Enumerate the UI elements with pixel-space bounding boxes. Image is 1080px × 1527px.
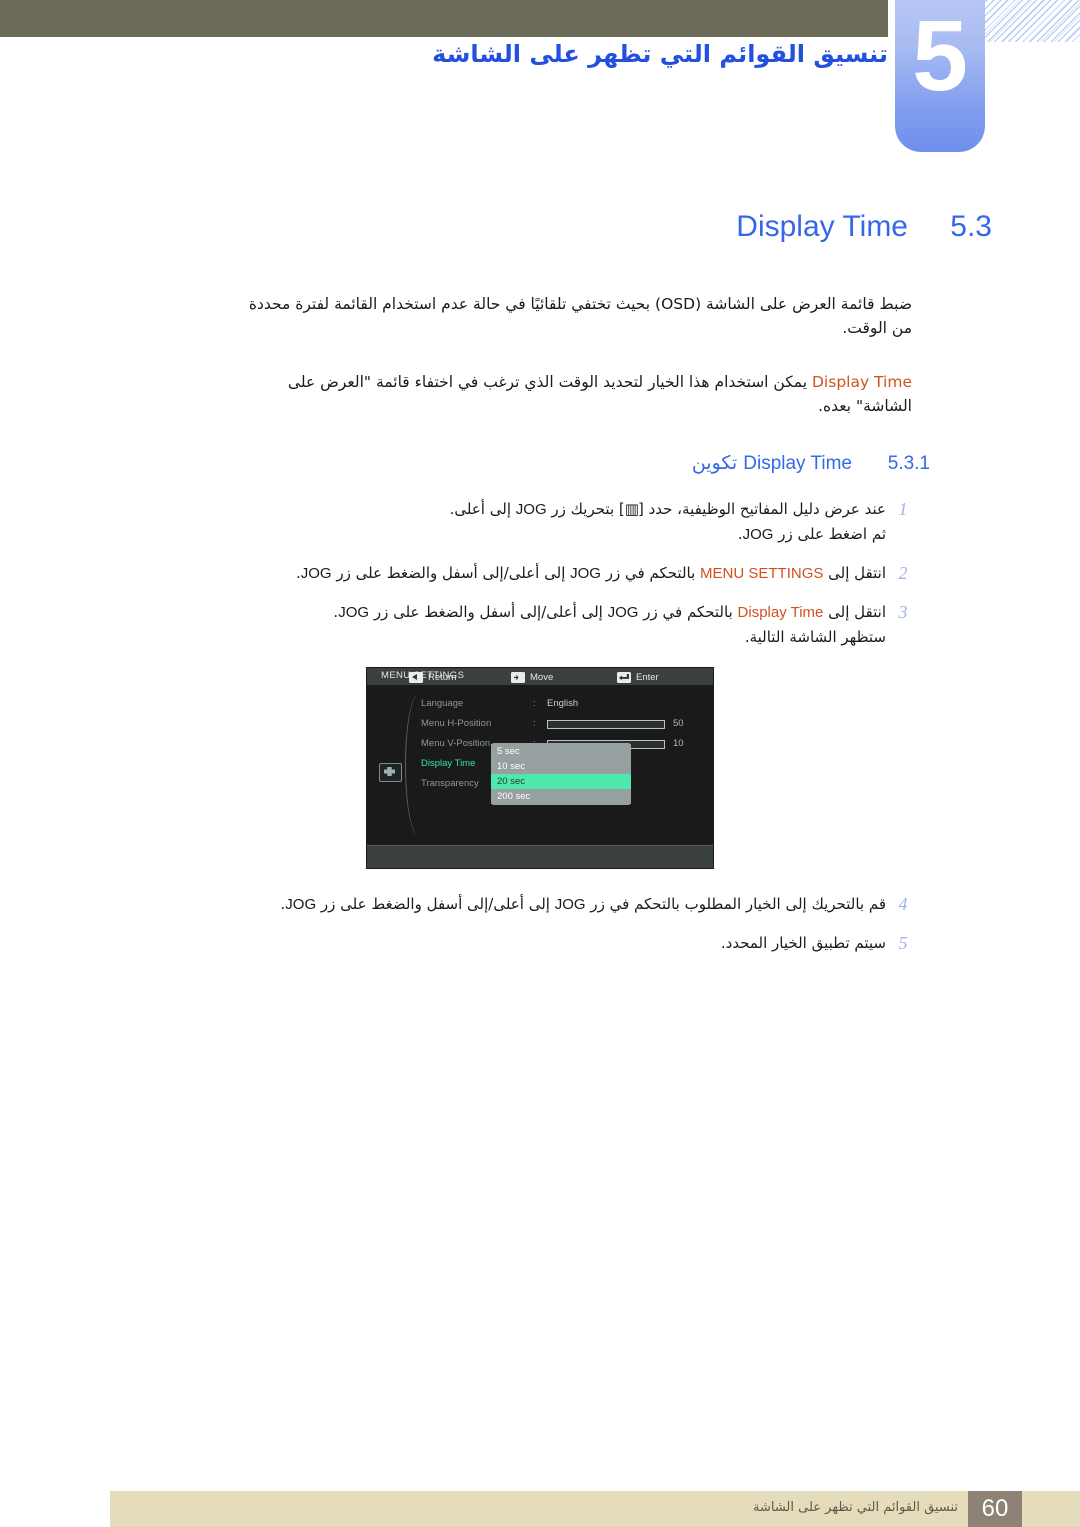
steps-list-bottom: 4 قم بالتحريك إلى الخيار المطلوب بالتحكم… <box>0 892 1080 956</box>
step-1-text-c: إلى أعلى. <box>449 500 511 518</box>
step-number: 5 <box>898 933 908 953</box>
section-number: 5.3 <box>950 210 992 243</box>
step-item: 2 انتقل إلى MENU SETTINGS بالتحكم في زر … <box>230 561 920 586</box>
step-1-keyword-jog: JOG <box>515 501 547 518</box>
step-3-keyword-jog-2: JOG <box>338 604 370 621</box>
osd-footer-return[interactable]: Return <box>409 672 457 683</box>
header-hatch-pattern-overlay <box>985 0 1080 42</box>
step-2-text-b: بالتحكم في زر <box>605 564 696 582</box>
step-number: 3 <box>898 602 908 622</box>
step-text: قم بالتحريك إلى الخيار المطلوب بالتحكم ف… <box>230 892 886 917</box>
step-5-text-a: سيتم تطبيق الخيار المحدد. <box>720 934 886 952</box>
osd-dropdown-option[interactable]: 5 sec <box>491 744 631 759</box>
step-text: انتقل إلى Display Time بالتحكم في زر JOG… <box>230 600 886 650</box>
menu-guide-icon: ▥ <box>624 500 639 518</box>
step-4-text-c: إلى أعلى/إلى أسفل والضغط على زر <box>320 895 550 913</box>
chapter-number: 5 <box>912 0 968 112</box>
step-3-line2: ستظهر الشاشة التالية. <box>744 628 886 646</box>
osd-row-colon: : <box>533 718 536 729</box>
page-number-badge: 60 <box>968 1491 1022 1527</box>
left-arrow-key-icon <box>409 672 423 683</box>
step-4-keyword-jog-1: JOG <box>554 896 586 913</box>
subsection-name-ar: تكوين <box>691 452 738 474</box>
subsection-number: 5.3.1 <box>887 453 930 474</box>
subsection-name: Display Time تكوين <box>692 452 852 475</box>
osd-menu-settings-icon-inner <box>384 767 395 776</box>
osd-row-language[interactable]: Language : English <box>421 694 707 714</box>
osd-slider-value: 10 <box>673 738 684 749</box>
osd-footer-move[interactable]: Move <box>511 672 553 683</box>
step-3-text-b: بالتحكم في زر <box>643 603 733 621</box>
step-3-keyword-display-time: Display Time <box>737 604 824 621</box>
intro-paragraph: ضبط قائمة العرض على الشاشة (OSD) بحيث تخ… <box>248 295 912 337</box>
step-number: 2 <box>898 563 908 583</box>
subsection-name-en: Display Time <box>743 453 852 474</box>
detail-keyword: Display Time <box>812 373 912 391</box>
osd-footer-move-label: Move <box>530 672 554 683</box>
section-name: Display Time <box>736 210 908 243</box>
osd-menu-settings-icon <box>379 763 402 782</box>
step-2-text-c: إلى أعلى/إلى أسفل والضغط على زر <box>336 564 566 582</box>
chapter-tab: 5 <box>895 0 985 152</box>
header-olive-bar <box>0 0 888 37</box>
osd-display-time-dropdown[interactable]: 5 sec 10 sec 20 sec 200 sec <box>491 743 631 805</box>
enter-key-icon <box>617 672 631 683</box>
osd-footer-return-label: Return <box>428 672 457 683</box>
subsection-heading: 5.3.1 Display Time تكوين <box>0 452 1080 475</box>
step-text: انتقل إلى MENU SETTINGS بالتحكم في زر JO… <box>230 561 886 586</box>
osd-row-label: Menu H-Position <box>421 718 492 729</box>
step-2-text-a: انتقل إلى <box>828 564 886 582</box>
page-footer: تنسيق القوائم التي تظهر على الشاشة 60 <box>0 1481 1080 1527</box>
step-3-keyword-jog-1: JOG <box>607 604 639 621</box>
osd-row-label: Display Time <box>421 758 476 769</box>
osd-footer-enter[interactable]: Enter <box>617 672 659 683</box>
chapter-title: تنسيق القوائم التي تظهر على الشاشة <box>432 40 888 68</box>
step-1-line2: ثم اضغط على زر JOG. <box>230 522 886 547</box>
move-key-icon <box>511 672 525 683</box>
osd-row-menu-h-position[interactable]: Menu H-Position : 50 <box>421 714 707 734</box>
step-4-text-a: قم بالتحريك إلى الخيار المطلوب بالتحكم ف… <box>590 895 886 913</box>
step-4-keyword-jog-2: JOG <box>285 896 317 913</box>
step-2-keyword-jog-1: JOG <box>570 565 601 582</box>
step-item: 5 سيتم تطبيق الخيار المحدد. <box>230 931 920 956</box>
osd-footer-enter-label: Enter <box>636 672 659 683</box>
osd-dropdown-option[interactable]: 10 sec <box>491 759 631 774</box>
osd-slider-h-position[interactable] <box>547 720 665 729</box>
step-text: سيتم تطبيق الخيار المحدد. <box>230 931 886 956</box>
step-1-text-b: ] بتحريك زر <box>551 500 625 518</box>
osd-footer-bar <box>367 845 713 868</box>
osd-menu: MENU SETTINGS Language : English Menu H-… <box>367 668 713 868</box>
step-2-keyword-menu-settings: MENU SETTINGS <box>700 565 824 582</box>
step-1-line2-keyword-jog: JOG <box>742 526 774 543</box>
step-text: عند عرض دليل المفاتيح الوظيفية، حدد [▥] … <box>230 497 886 547</box>
step-2-keyword-jog-2: JOG <box>300 565 332 582</box>
osd-dropdown-option[interactable]: 200 sec <box>491 789 631 804</box>
step-1-line2-a: ثم اضغط على زر <box>778 525 886 543</box>
osd-row-label: Transparency <box>421 778 479 789</box>
step-number: 4 <box>898 894 908 914</box>
step-item: 4 قم بالتحريك إلى الخيار المطلوب بالتحكم… <box>230 892 920 917</box>
step-1-text-a: عند عرض دليل المفاتيح الوظيفية، حدد [ <box>637 500 886 518</box>
detail-paragraph: Display Time يمكن استخدام هذا الخيار لتح… <box>0 370 1080 418</box>
page-header: 5 تنسيق القوائم التي تظهر على الشاشة <box>0 0 1080 170</box>
osd-screenshot-wrapper: MENU SETTINGS Language : English Menu H-… <box>0 668 1080 868</box>
osd-dropdown-option-selected[interactable]: 20 sec <box>491 774 631 789</box>
osd-row-label: Menu V-Position <box>421 738 491 749</box>
step-item: 1 عند عرض دليل المفاتيح الوظيفية، حدد [▥… <box>230 497 920 547</box>
page-content: 5.3 Display Time ضبط قائمة العرض على الش… <box>0 170 1080 970</box>
step-item: 3 انتقل إلى Display Time بالتحكم في زر J… <box>230 600 920 650</box>
step-3-text-a: انتقل إلى <box>828 603 886 621</box>
osd-row-value: English <box>547 698 579 709</box>
osd-slider-value: 50 <box>673 718 684 729</box>
section-heading: 5.3 Display Time <box>0 210 1080 244</box>
steps-list-top: 1 عند عرض دليل المفاتيح الوظيفية، حدد [▥… <box>0 497 1080 650</box>
footer-chapter-text: تنسيق القوائم التي تظهر على الشاشة <box>753 1500 958 1515</box>
osd-row-colon: : <box>533 698 536 709</box>
step-number: 1 <box>898 499 908 519</box>
step-3-text-c: إلى أعلى/إلى أسفل والضغط على زر <box>373 603 603 621</box>
osd-row-label: Language <box>421 698 464 709</box>
